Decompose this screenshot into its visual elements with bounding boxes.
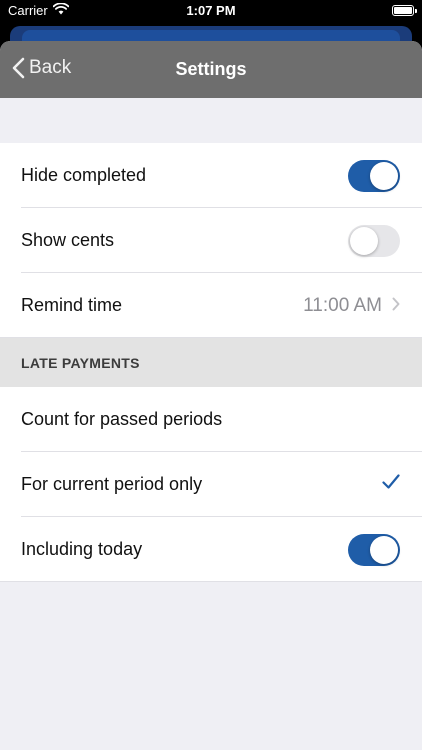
general-settings-group: Hide completed Show cents Remind time 11… [0,143,422,338]
remind-time-label: Remind time [21,295,123,315]
checkmark-icon [382,474,400,495]
count-passed-periods-row[interactable]: Count for passed periods [0,387,422,452]
late-payments-header: LATE PAYMENTS [0,338,422,387]
page-title: Settings [175,59,247,79]
show-cents-row: Show cents [0,208,422,273]
current-period-only-row[interactable]: For current period only [0,452,422,517]
status-time: 1:07 PM [186,3,236,18]
hide-completed-toggle[interactable] [348,159,400,192]
including-today-toggle[interactable] [348,533,400,566]
remind-time-value-wrap: 11:00 AM [303,295,400,317]
including-today-row: Including today [0,517,422,582]
show-cents-label: Show cents [21,230,115,250]
navigation-bar: Back Settings [0,41,422,98]
count-passed-periods-label: Count for passed periods [21,409,223,429]
show-cents-toggle[interactable] [348,224,400,257]
hide-completed-row: Hide completed [0,143,422,208]
current-period-only-label: For current period only [21,474,203,494]
status-bar: Carrier 1:07 PM [0,0,422,22]
battery-icon [392,5,417,16]
hide-completed-label: Hide completed [21,165,147,185]
late-payments-group: Count for passed periods For current per… [0,387,422,582]
settings-sheet: Back Settings Hide completed Show cents … [0,41,422,750]
chevron-right-icon [392,295,400,317]
top-spacer [0,98,422,143]
including-today-label: Including today [21,539,143,559]
remind-time-value: 11:00 AM [303,294,382,316]
remind-time-row[interactable]: Remind time 11:00 AM [0,273,422,338]
